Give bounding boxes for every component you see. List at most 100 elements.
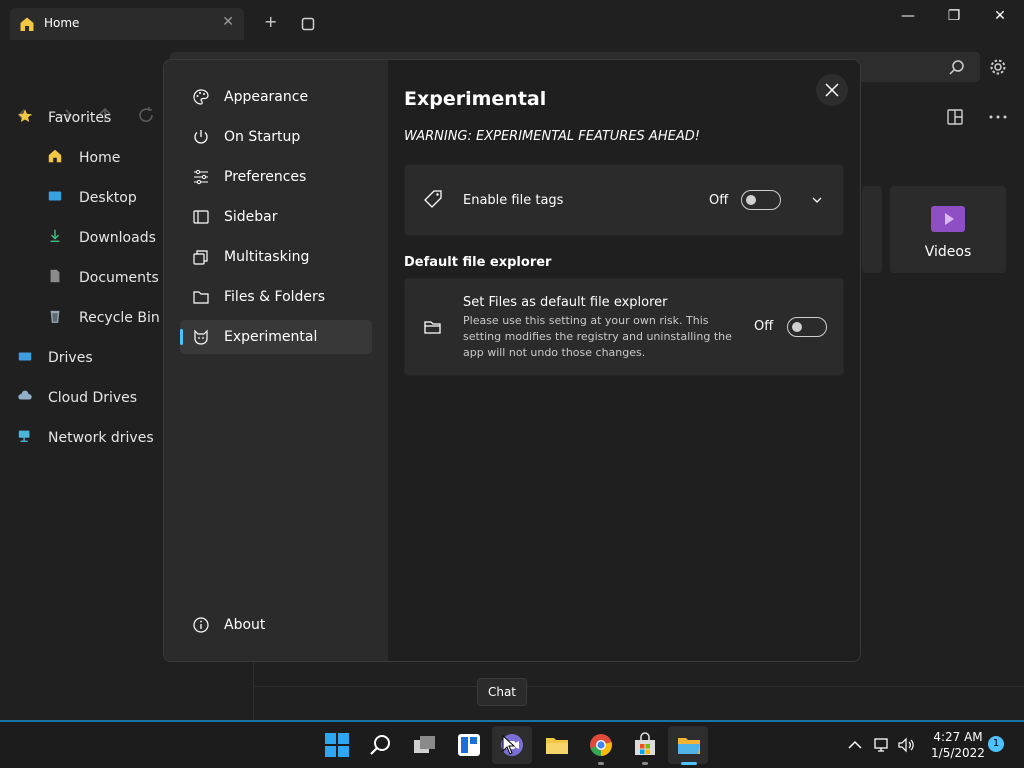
desktop-icon [48,191,62,201]
clock-time: 4:27 AM [933,730,983,744]
title-bar: Home ✕ + — ❐ ✕ [0,0,1024,44]
sidebar-item-recycle-bin[interactable]: Recycle Bin [0,302,160,332]
settings-nav-preferences[interactable]: Preferences [180,160,372,194]
sidebar-item-network-drives[interactable]: Network drives [0,422,160,452]
sidebar-item-favorites[interactable]: Favorites [0,102,160,132]
settings-nav-label: Appearance [224,89,309,105]
start-icon[interactable] [324,732,350,758]
experimental-warning: WARNING: EXPERIMENTAL FEATURES AHEAD! [404,129,700,144]
network-status-icon[interactable] [873,736,891,754]
running-indicator [598,762,604,765]
settings-nav: Appearance On Startup Preferences Sideba… [164,60,388,661]
toggle-knob [746,195,756,205]
default-explorer-description: Please use this setting at your own risk… [463,314,732,359]
sidebar-item-home[interactable]: Home [0,142,160,172]
settings-nav-about[interactable]: About [180,608,372,642]
tab-actions-icon[interactable] [301,17,315,31]
volume-icon[interactable] [897,736,915,754]
search-icon[interactable] [368,732,394,758]
settings-dialog: Appearance On Startup Preferences Sideba… [163,59,861,662]
new-tab-button[interactable]: + [264,12,277,31]
default-explorer-toggle[interactable] [787,317,827,337]
close-settings-button[interactable] [816,74,848,106]
file-tags-state: Off [709,193,729,208]
chevron-down-icon[interactable] [811,195,823,205]
network-icon [18,430,30,443]
chevron-up-icon[interactable] [846,736,864,754]
more-options-icon[interactable] [988,114,1008,120]
widgets-icon[interactable] [456,732,482,758]
folder-icon [193,291,209,304]
multitasking-icon [193,250,208,265]
clock-date: 1/5/2022 [931,746,985,760]
maximize-button[interactable]: ❐ [944,8,964,28]
chrome-icon[interactable] [588,732,614,758]
file-tags-label: Enable file tags [463,193,564,208]
tab-label: Home [44,16,80,30]
settings-nav-multitasking[interactable]: Multitasking [180,240,372,274]
chat-tooltip: Chat [477,678,527,706]
settings-nav-label: Preferences [224,169,307,185]
settings-nav-appearance[interactable]: Appearance [180,80,372,114]
cat-icon [194,329,208,345]
notification-badge[interactable]: 1 [988,736,1004,752]
status-divider [254,686,1024,687]
videos-folder-icon [931,206,965,232]
settings-nav-label: On Startup [224,129,301,145]
search-icon[interactable] [948,58,966,76]
settings-nav-label: Multitasking [224,249,310,265]
gear-icon[interactable] [988,57,1008,77]
sidebar-item-drives[interactable]: Drives [0,342,160,372]
sidebar-item-downloads[interactable]: Downloads [0,222,160,252]
sidebar-item-label: Recycle Bin [79,310,160,326]
mouse-cursor-icon [502,735,516,755]
sidebar-item-label: Drives [48,350,93,366]
file-tags-setting-card[interactable]: Enable file tags Off [404,164,844,236]
files-app-icon[interactable] [676,732,702,758]
sidebar-item-desktop[interactable]: Desktop [0,182,160,212]
cloud-icon [18,390,32,400]
file-tags-toggle[interactable] [741,190,781,210]
tag-icon [424,190,442,208]
palette-icon [193,89,209,105]
home-icon [48,149,62,163]
preview-pane-icon[interactable] [946,108,964,126]
sidebar-item-label: Home [79,150,121,166]
download-icon [50,229,60,243]
close-icon [825,83,839,97]
settings-nav-on-startup[interactable]: On Startup [180,120,372,154]
minimize-button[interactable]: — [898,8,918,28]
sidebar-item-label: Favorites [48,110,112,126]
home-icon [20,17,34,31]
folder-card-videos[interactable]: Videos [890,186,1006,273]
file-explorer-icon[interactable] [544,732,570,758]
folder-card-partial[interactable] [862,186,882,273]
store-icon[interactable] [632,732,658,758]
sidebar-icon [193,210,209,224]
settings-nav-label: Experimental [224,329,318,345]
settings-nav-label: About [224,617,266,633]
tab-home[interactable]: Home ✕ [10,8,244,40]
settings-nav-experimental[interactable]: Experimental [180,320,372,354]
sidebar-item-label: Desktop [79,190,137,206]
info-icon [193,617,209,633]
clock[interactable]: 4:27 AM 1/5/2022 [920,729,996,761]
default-explorer-label: Set Files as default file explorer [463,295,668,310]
power-icon [194,130,208,144]
sidebar-item-label: Network drives [48,430,154,446]
sidebar-item-label: Documents [79,270,159,286]
default-explorer-setting-card[interactable]: Set Files as default file explorer Pleas… [404,278,844,376]
task-view-icon[interactable] [412,732,438,758]
settings-nav-files-folders[interactable]: Files & Folders [180,280,372,314]
tab-close-button[interactable]: ✕ [222,14,234,30]
close-window-button[interactable]: ✕ [990,8,1010,28]
sidebar-item-cloud-drives[interactable]: Cloud Drives [0,382,160,412]
toggle-knob [792,322,802,332]
settings-content: Experimental WARNING: EXPERIMENTAL FEATU… [388,60,860,661]
running-indicator [642,762,648,765]
folder-label: Videos [924,244,972,260]
settings-nav-sidebar[interactable]: Sidebar [180,200,372,234]
recycle-bin-icon [50,310,60,323]
sidebar-item-documents[interactable]: Documents [0,262,160,292]
sidebar-item-label: Cloud Drives [48,390,138,406]
